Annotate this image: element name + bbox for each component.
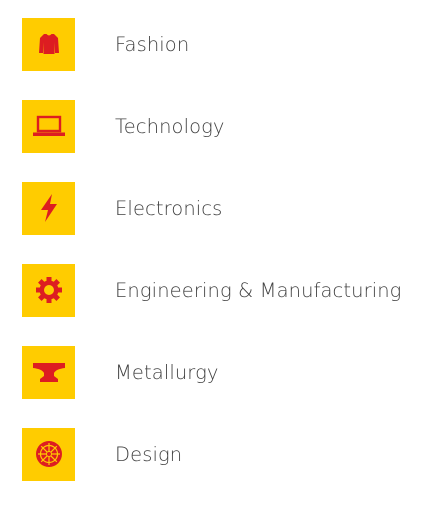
anvil-icon	[32, 363, 65, 382]
category-item-technology[interactable]: Technology	[22, 98, 417, 154]
category-item-electronics[interactable]: Electronics	[22, 180, 417, 236]
category-tile	[22, 263, 75, 317]
category-label: Metallurgy	[115, 360, 219, 384]
category-tile	[22, 99, 75, 153]
category-tile	[22, 345, 75, 399]
gear-icon	[35, 277, 62, 303]
category-label: Engineering & Manufacturing	[115, 278, 402, 302]
category-label: Design	[115, 442, 183, 466]
category-item-fashion[interactable]: Fashion	[22, 16, 417, 72]
category-label: Fashion	[115, 32, 190, 56]
category-item-metallurgy[interactable]: Metallurgy	[22, 344, 417, 400]
laptop-icon	[32, 115, 65, 136]
category-list: Fashion Technology Electronics Engineeri…	[22, 16, 417, 482]
category-label: Electronics	[115, 196, 223, 220]
color-wheel-icon	[35, 441, 62, 467]
lightning-bolt-icon	[40, 194, 57, 222]
category-label: Technology	[115, 114, 225, 138]
category-tile	[22, 181, 75, 235]
category-tile	[22, 17, 75, 71]
category-item-design[interactable]: Design	[22, 426, 417, 482]
category-tile	[22, 427, 75, 481]
category-item-engineering-manufacturing[interactable]: Engineering & Manufacturing	[22, 262, 417, 318]
sweater-icon	[38, 34, 59, 54]
